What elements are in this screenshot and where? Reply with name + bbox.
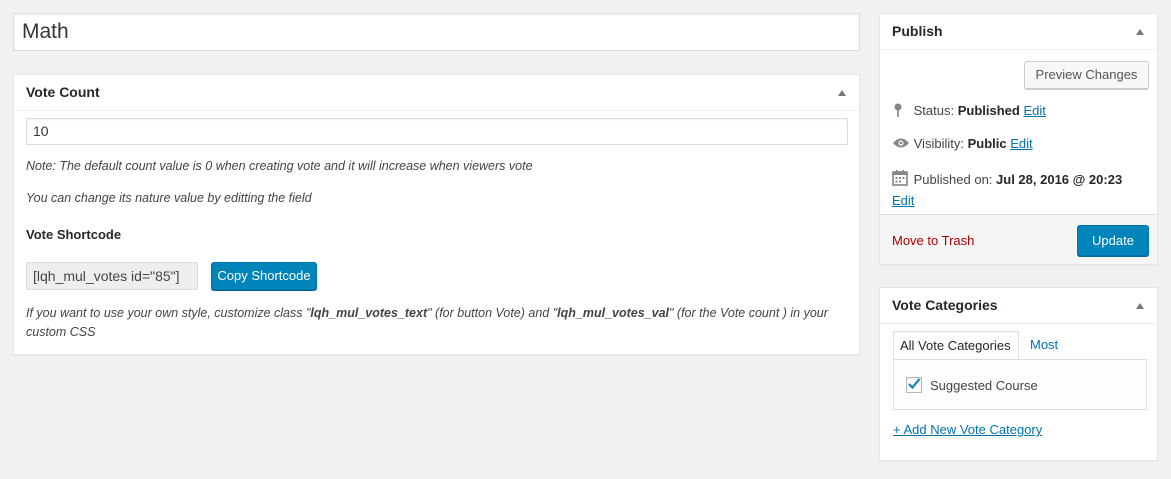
category-list: Suggested Course	[893, 359, 1147, 410]
publish-title: Publish	[892, 23, 943, 39]
published-row: Published on: Jul 28, 2016 @ 20:23 Edit	[892, 170, 1123, 209]
move-to-trash-link[interactable]: Move to Trash	[892, 233, 974, 248]
toggle-arrow-icon[interactable]	[838, 90, 846, 96]
preview-changes-button[interactable]: Preview Changes	[1024, 61, 1149, 89]
vote-count-box: Vote Count 10 Note: The default count va…	[13, 74, 860, 355]
publish-actions: Move to Trash Update	[880, 214, 1157, 264]
suggested-course-checkbox[interactable]	[906, 377, 922, 393]
visibility-row: Visibility: Public Edit	[892, 136, 1033, 152]
edit-visibility-link[interactable]: Edit	[1010, 136, 1032, 151]
status-row: Status: Published Edit	[892, 102, 1046, 121]
tab-most-used[interactable]: Most Used	[1024, 331, 1066, 379]
edit-date-link[interactable]: Edit	[892, 193, 914, 208]
tab-all-vote-categories[interactable]: All Vote Categories	[893, 331, 1019, 360]
edit-status-link[interactable]: Edit	[1023, 103, 1045, 118]
post-title-input[interactable]: Math	[13, 13, 860, 51]
vote-count-title: Vote Count	[26, 84, 100, 100]
custom-style-note: If you want to use your own style, custo…	[26, 306, 828, 339]
add-new-category-link[interactable]: + Add New Vote Category	[893, 422, 1042, 437]
eye-icon	[892, 137, 910, 152]
vote-categories-box: Vote Categories All Vote Categories Most…	[879, 287, 1158, 461]
class-name-text: lqh_mul_votes_text	[310, 306, 428, 320]
publish-box: Publish Preview Changes Status: Publishe…	[879, 13, 1158, 265]
publish-header[interactable]: Publish	[880, 14, 1157, 50]
change-value-note: You can change its nature value by editt…	[26, 191, 312, 205]
default-count-note: Note: The default count value is 0 when …	[26, 159, 533, 173]
vote-categories-title: Vote Categories	[892, 297, 998, 313]
calendar-icon	[892, 170, 910, 191]
pin-icon	[892, 102, 910, 121]
vote-categories-header[interactable]: Vote Categories	[880, 288, 1157, 324]
checkmark-icon	[908, 378, 921, 390]
class-name-val: lqh_mul_votes_val	[557, 306, 670, 320]
vote-count-header[interactable]: Vote Count	[14, 75, 859, 111]
vote-shortcode-label: Vote Shortcode	[26, 227, 122, 242]
toggle-arrow-icon[interactable]	[1136, 303, 1144, 309]
toggle-arrow-icon[interactable]	[1136, 29, 1144, 35]
copy-shortcode-button[interactable]: Copy Shortcode	[211, 262, 317, 290]
update-button[interactable]: Update	[1077, 225, 1149, 256]
vote-count-input[interactable]: 10	[26, 118, 848, 145]
shortcode-field[interactable]: [lqh_mul_votes id="85"]	[26, 262, 198, 290]
suggested-course-label: Suggested Course	[930, 378, 1038, 393]
